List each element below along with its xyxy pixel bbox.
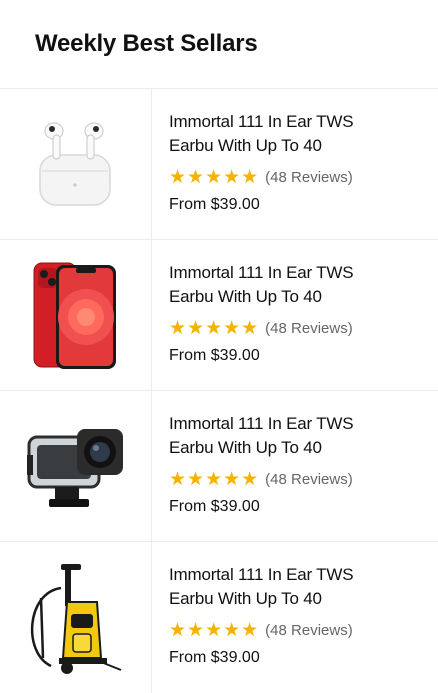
- product-name[interactable]: Immortal 111 In Ear TWS Earbu With Up To…: [169, 563, 399, 611]
- product-thumbnail[interactable]: [0, 240, 152, 390]
- product-info: Immortal 111 In Ear TWS Earbu With Up To…: [152, 240, 438, 390]
- product-info: Immortal 111 In Ear TWS Earbu With Up To…: [152, 89, 438, 239]
- star-rating-icon: ★★★★★: [169, 619, 260, 641]
- review-count[interactable]: (48 Reviews): [265, 622, 353, 639]
- product-rating: ★★★★★ (48 Reviews): [169, 468, 438, 490]
- product-card[interactable]: Immortal 111 In Ear TWS Earbu With Up To…: [0, 542, 438, 693]
- product-thumbnail[interactable]: [0, 89, 152, 239]
- product-rating: ★★★★★ (48 Reviews): [169, 619, 438, 641]
- star-rating-icon: ★★★★★: [169, 166, 260, 188]
- product-rating: ★★★★★ (48 Reviews): [169, 317, 438, 339]
- review-count[interactable]: (48 Reviews): [265, 471, 353, 488]
- review-count[interactable]: (48 Reviews): [265, 169, 353, 186]
- product-rating: ★★★★★ (48 Reviews): [169, 166, 438, 188]
- product-price: From $39.00: [169, 498, 260, 515]
- product-thumbnail[interactable]: [0, 391, 152, 541]
- action-camera-image: [26, 429, 123, 507]
- product-price: From $39.00: [169, 649, 260, 666]
- earbuds-image: [38, 122, 111, 206]
- product-name[interactable]: Immortal 111 In Ear TWS Earbu With Up To…: [169, 261, 399, 309]
- review-count[interactable]: (48 Reviews): [265, 320, 353, 337]
- product-thumbnail[interactable]: [0, 542, 152, 693]
- section-title: Weekly Best Sellars: [35, 30, 258, 57]
- star-rating-icon: ★★★★★: [169, 468, 260, 490]
- product-price: From $39.00: [169, 196, 260, 213]
- product-name[interactable]: Immortal 111 In Ear TWS Earbu With Up To…: [169, 412, 399, 460]
- product-card[interactable]: Immortal 111 In Ear TWS Earbu With Up To…: [0, 89, 438, 240]
- product-info: Immortal 111 In Ear TWS Earbu With Up To…: [152, 542, 438, 693]
- product-card[interactable]: Immortal 111 In Ear TWS Earbu With Up To…: [0, 391, 438, 542]
- pressure-washer-image: [30, 563, 121, 674]
- star-rating-icon: ★★★★★: [169, 317, 260, 339]
- product-card[interactable]: Immortal 111 In Ear TWS Earbu With Up To…: [0, 240, 438, 391]
- smartphone-image: [33, 262, 116, 369]
- product-info: Immortal 111 In Ear TWS Earbu With Up To…: [152, 391, 438, 541]
- product-price: From $39.00: [169, 347, 260, 364]
- product-list: Immortal 111 In Ear TWS Earbu With Up To…: [0, 88, 438, 693]
- product-name[interactable]: Immortal 111 In Ear TWS Earbu With Up To…: [169, 110, 399, 158]
